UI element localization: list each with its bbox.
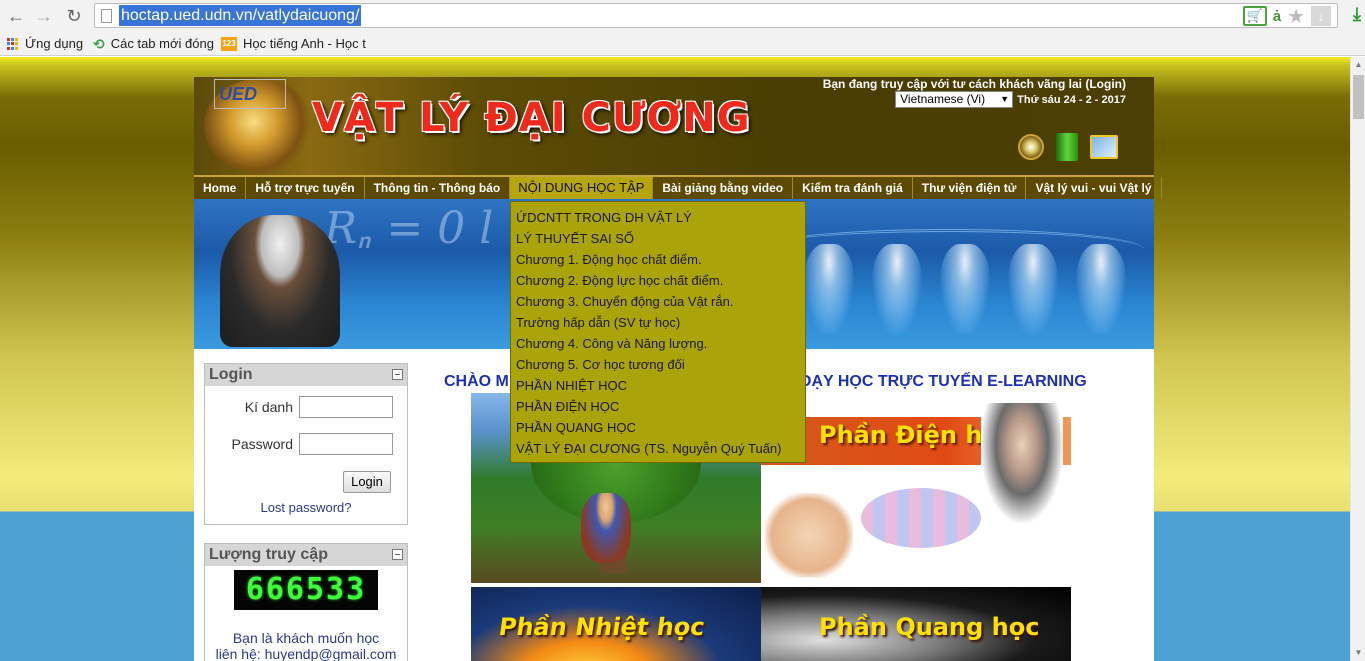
runners-image — [804, 244, 1144, 334]
login-block: Login – Kí danh Password Login Lost pass… — [204, 363, 408, 525]
dropdown-item[interactable]: PHẦN ĐIỆN HỌC — [511, 396, 805, 417]
browser-toolbar: ← → ↻ hoctap.ued.udn.vn/vatlydaicuong/ 🛒… — [0, 0, 1365, 32]
reload-icon[interactable]: ↻ — [62, 4, 86, 28]
password-label: Password — [231, 436, 293, 452]
visits-block-header: Lượng truy cập – — [205, 544, 407, 566]
cart-extension-icon[interactable]: 🛒 — [1242, 6, 1267, 26]
learning-content-dropdown: ỨDCNTT TRONG DH VẬT LÝ LÝ THUYẾT SAI SỐ … — [510, 201, 806, 463]
site-header: UED VẬT LÝ ĐẠI CƯƠNG Bạn đang truy cập v… — [194, 77, 1154, 175]
tile-electricity[interactable]: Phần Điện học — [761, 393, 1071, 583]
forward-icon[interactable]: → — [32, 4, 56, 28]
visit-counter: 666533 — [234, 570, 378, 610]
menu-video-lectures[interactable]: Bài giảng bằng video — [653, 177, 794, 199]
url-text[interactable]: hoctap.ued.udn.vn/vatlydaicuong/ — [119, 5, 362, 26]
tile-optics-title: Phần Quang học — [819, 613, 1040, 641]
banner-formula-decoration: R₏ = 0 l — [324, 203, 494, 254]
tile-thermal-title: Phần Nhiệt học — [497, 613, 707, 641]
login-button[interactable]: Login — [343, 471, 391, 493]
lost-password-link[interactable]: Lost password? — [205, 500, 407, 515]
collapse-icon[interactable]: – — [392, 549, 403, 560]
visitor-line-1: Bạn là khách muốn học — [232, 630, 380, 646]
login-block-header: Login – — [205, 364, 407, 386]
page-icon — [101, 9, 112, 23]
scroll-up-icon[interactable]: ▲ — [1351, 57, 1365, 73]
em-wave-diagram — [861, 488, 981, 548]
newton-image — [581, 493, 631, 563]
block-title: Lượng truy cập — [209, 546, 328, 563]
scroll-thumb[interactable] — [1353, 75, 1364, 119]
save-page-icon[interactable]: ↓ — [1311, 6, 1331, 26]
dropdown-item[interactable]: Chương 4. Công và Năng lượng. — [511, 333, 805, 354]
dropdown-item[interactable]: ỨDCNTT TRONG DH VẬT LÝ — [511, 207, 805, 228]
bookmark-learn-english[interactable]: 123 Học tiếng Anh - Học t — [221, 35, 366, 53]
visitor-line-2[interactable]: liên hệ: huyendp@gmail.com — [205, 646, 407, 661]
password-input[interactable] — [299, 433, 393, 455]
scroll-down-icon[interactable]: ▼ — [1351, 645, 1365, 661]
menu-e-library[interactable]: Thư viện điện tử — [913, 177, 1027, 199]
page-scrollbar[interactable]: ▲ ▼ — [1350, 57, 1365, 661]
dropdown-item[interactable]: Chương 1. Động học chất điểm. — [511, 249, 805, 270]
tile-optics[interactable]: Phần Quang học — [761, 587, 1071, 661]
block-title: Login — [209, 366, 253, 383]
login-status[interactable]: Bạn đang truy cập với tư cách khách vãng… — [823, 77, 1126, 91]
bookmark-star-icon[interactable]: ★ — [1287, 4, 1305, 29]
tile-thermal[interactable]: Phần Nhiệt học — [471, 587, 761, 661]
visits-block: Lượng truy cập – 666533 Bạn là khách muố… — [204, 543, 408, 661]
dropdown-item[interactable]: Chương 3. Chuyển động của Vật rắn. — [511, 291, 805, 312]
bookmarks-bar: Ứng dụng ⟲ Các tab mới đóng 123 Học tiến… — [0, 32, 1365, 56]
main-menu: Home Hỗ trợ trực tuyến Thông tin - Thông… — [194, 175, 1162, 199]
welcome-left: CHÀO M — [444, 373, 509, 390]
maxwell-portrait — [981, 403, 1063, 523]
dropdown-item[interactable]: Chương 2. Động lực học chất điểm. — [511, 270, 805, 291]
menu-home[interactable]: Home — [194, 177, 247, 199]
bookmark-label: Học tiếng Anh - Học t — [243, 36, 366, 51]
dropdown-item[interactable]: Chương 5. Cơ học tương đối — [511, 354, 805, 375]
language-select[interactable]: Vietnamese (Vi) ▼ — [895, 91, 1014, 108]
menu-news[interactable]: Thông tin - Thông báo — [365, 177, 511, 199]
current-date: Thứ sáu 24 - 2 - 2017 — [1017, 93, 1126, 106]
welcome-right: DẠY HỌC TRỰC TUYẾN E-LEARNING — [799, 373, 1087, 390]
menu-online-support[interactable]: Hỗ trợ trực tuyến — [246, 177, 365, 199]
bookmark-label: Các tab mới đóng — [110, 36, 214, 51]
chevron-down-icon: ▼ — [1000, 94, 1010, 104]
back-icon[interactable]: ← — [4, 4, 28, 28]
menu-assessment[interactable]: Kiểm tra đánh giá — [793, 177, 913, 199]
language-value: Vietnamese (Vi) — [900, 92, 986, 106]
dropdown-item[interactable]: LÝ THUYẾT SAI SỐ — [511, 228, 805, 249]
menu-fun-physics[interactable]: Vật lý vui - vui Vật lý — [1026, 177, 1162, 199]
history-icon: ⟲ — [93, 36, 105, 52]
site-favicon-icon: 123 — [221, 37, 237, 51]
ued-logo[interactable]: UED — [214, 79, 286, 109]
site-title: VẬT LÝ ĐẠI CƯƠNG — [312, 95, 751, 141]
edit-icon[interactable] — [1090, 135, 1118, 159]
username-label: Kí danh — [244, 399, 293, 415]
dropdown-item[interactable]: Trường hấp dẫn (SV tự học) — [511, 312, 805, 333]
translate-extension-icon[interactable]: ȧ — [1273, 8, 1281, 25]
bookmark-apps[interactable]: Ứng dụng — [7, 35, 83, 53]
bookmark-label: Ứng dụng — [25, 36, 84, 51]
username-input[interactable] — [299, 396, 393, 418]
dropdown-item[interactable]: PHẦN QUANG HỌC — [511, 417, 805, 438]
apps-grid-icon — [7, 38, 19, 50]
moodle-icon[interactable] — [1018, 134, 1044, 160]
menu-learning-content[interactable]: NỘI DUNG HỌC TẬP — [510, 177, 654, 199]
download-icon[interactable]: ⤓ — [1353, 4, 1361, 25]
book-icon[interactable] — [1056, 133, 1078, 161]
einstein-image — [220, 215, 340, 347]
dropdown-item[interactable]: VẬT LÝ ĐẠI CƯƠNG (TS. Nguyễn Quý Tuấn) — [511, 438, 805, 459]
right-hand-rule-image — [765, 493, 853, 578]
collapse-icon[interactable]: – — [392, 369, 403, 380]
dropdown-item[interactable]: PHẦN NHIỆT HỌC — [511, 375, 805, 396]
bookmark-recent-tabs[interactable]: ⟲ Các tab mới đóng — [93, 35, 214, 53]
visitor-info: Bạn là khách muốn học liên hệ: huyendp@g… — [205, 630, 407, 661]
address-bar[interactable]: hoctap.ued.udn.vn/vatlydaicuong/ 🛒 ȧ ★ ↓ — [94, 3, 1338, 28]
